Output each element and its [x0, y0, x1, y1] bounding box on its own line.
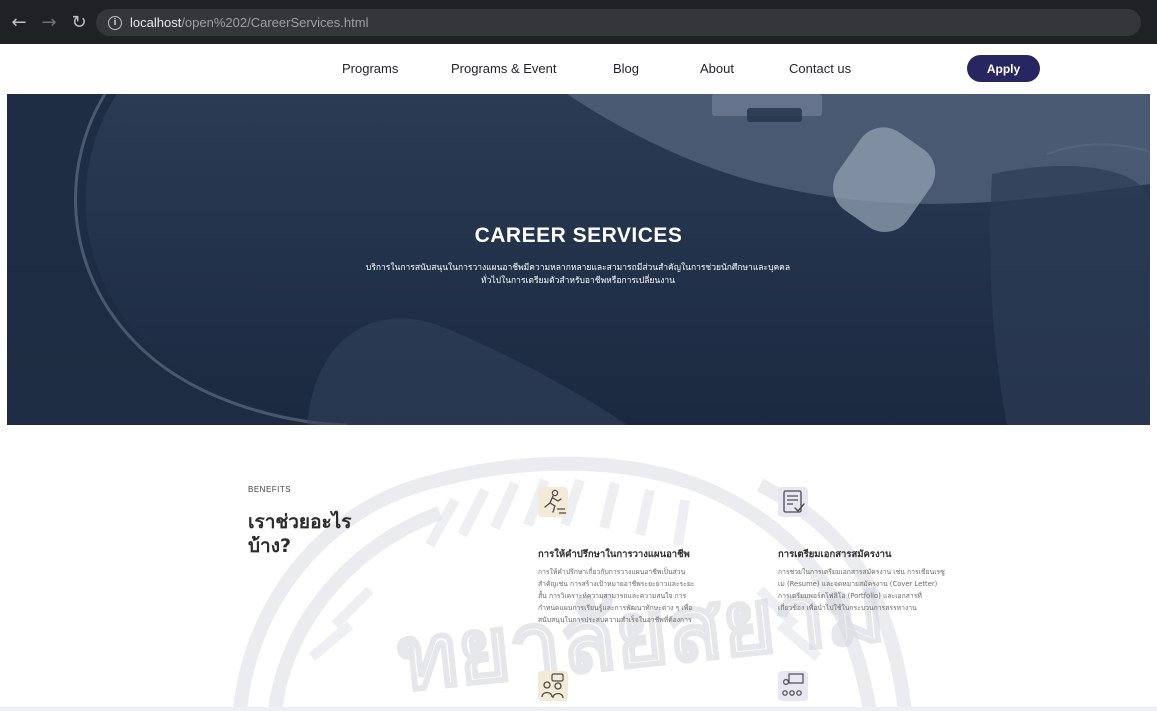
- address-bar[interactable]: i localhost /open%202/CareerServices.htm…: [96, 9, 1141, 36]
- hero-title: CAREER SERVICES: [474, 224, 683, 247]
- bottom-divider: [0, 707, 1157, 711]
- nav-link-contact-us[interactable]: Contact us: [789, 61, 851, 76]
- card-body-line: สำคัญเช่น การสร้างเป้าหมายอาชีพระยะยาวแล…: [538, 580, 695, 588]
- benefits-heading-line: บ้าง?: [248, 535, 292, 557]
- hero-banner: CAREER SERVICES บริการในการสนับสนุนในการ…: [7, 94, 1150, 425]
- interview-people-icon: [538, 671, 568, 701]
- card-body-line: เม่ (Resume) และจดหมายสมัครงาน (Cover Le…: [778, 580, 938, 588]
- card-body-line: สนับสนุนในการประสบความสำเร็จในอาชีพที่ต้…: [538, 616, 692, 624]
- training-group-icon: [778, 671, 808, 701]
- card-body-line: การให้คำปรึกษาเกี่ยวกับการวางแผนอาชีพเป็…: [538, 568, 686, 576]
- card-body-line: การช่วยในการเตรียมเอกสารสมัครงาน เช่น กา…: [778, 568, 945, 576]
- back-arrow-icon[interactable]: ←: [8, 11, 30, 33]
- reload-icon[interactable]: ↻: [68, 11, 90, 33]
- hero-background-image: [7, 94, 1150, 425]
- career-runner-icon: [538, 487, 568, 517]
- card-title: การเตรียมเอกสารสมัครงาน: [778, 549, 892, 560]
- benefits-eyebrow: BENEFITS: [248, 485, 292, 494]
- card-body-line: กำหนดแผนการเรียนรู้และการพัฒนาทักษะต่าง …: [538, 604, 693, 612]
- forward-arrow-icon[interactable]: →: [38, 11, 60, 33]
- card-body: การให้คำปรึกษาเกี่ยวกับการวางแผนอาชีพเป็…: [538, 566, 748, 626]
- benefits-heading-line: เราช่วยอะไร: [248, 511, 352, 533]
- nav-link-about[interactable]: About: [700, 61, 734, 76]
- url-path: /open%202/CareerServices.html: [181, 15, 369, 30]
- apply-button[interactable]: Apply: [967, 55, 1040, 82]
- browser-toolbar: ← → ↻ i localhost /open%202/CareerServic…: [0, 0, 1157, 44]
- card-body: การช่วยในการเตรียมเอกสารสมัครงาน เช่น กา…: [778, 566, 988, 614]
- nav-link-programs[interactable]: Programs: [342, 61, 398, 76]
- site-info-icon[interactable]: i: [108, 15, 122, 30]
- hero-subtitle-line: ทั่วไปในการเตรียมตัวสำหรับอาชีพหรือการเป…: [481, 276, 675, 286]
- resume-document-icon: [778, 487, 808, 517]
- hero-subtitle-line: บริการในการสนับสนุนในการวางแผนอาชีพมีควา…: [365, 263, 791, 273]
- nav-link-blog[interactable]: Blog: [613, 61, 639, 76]
- nav-link-programs-event[interactable]: Programs & Event: [451, 61, 557, 76]
- card-body-line: สั้น การวิเคราะห์ความสามารถและความสนใจ ก…: [538, 592, 687, 600]
- url-host: localhost: [130, 15, 182, 30]
- card-body-line: เกี่ยวข้อง เพื่อนำไปใช้ในกระบวนการสรรหาง…: [778, 604, 917, 612]
- hero-subtitle: บริการในการสนับสนุนในการวางแผนอาชีพมีควา…: [328, 262, 828, 288]
- card-title: การให้คำปรึกษาในการวางแผนอาชีพ: [538, 549, 690, 560]
- site-navbar: Programs Programs & Event Blog About Con…: [0, 44, 1157, 94]
- card-body-line: การเตรียมพอร์ตโฟลิโอ (Portfolio) และเอกส…: [778, 592, 922, 600]
- benefits-heading: เราช่วยอะไร บ้าง?: [248, 510, 398, 558]
